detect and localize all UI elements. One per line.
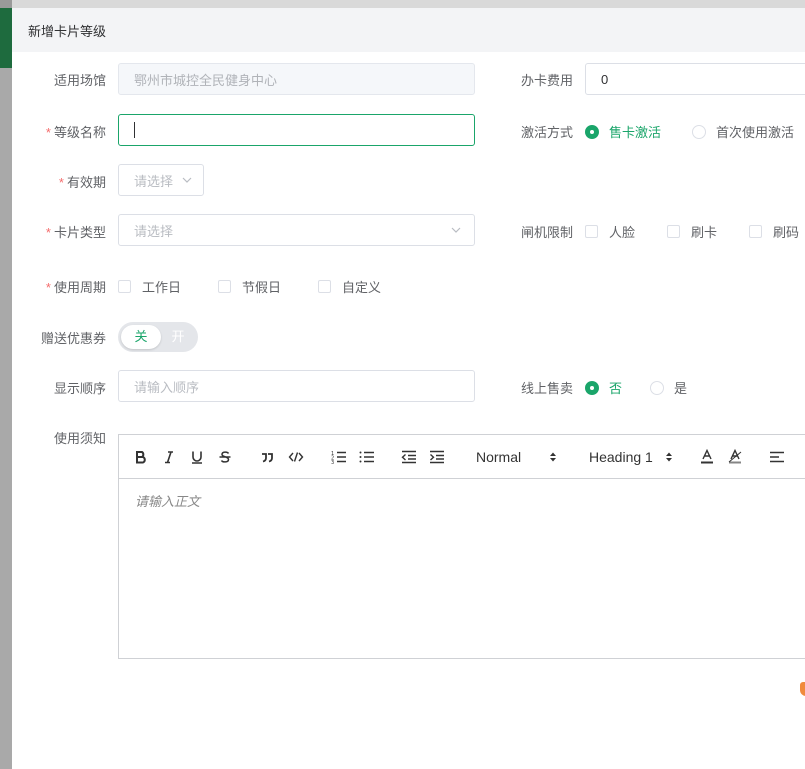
background-sidebar (0, 8, 12, 68)
bold-icon[interactable] (133, 447, 149, 467)
card-type-select[interactable]: 请选择 (118, 214, 475, 246)
bullet-list-icon[interactable] (359, 447, 375, 467)
format-select[interactable]: Normal (476, 447, 557, 467)
gate-limit-label: 闸机限制 (520, 225, 573, 240)
svg-text:3: 3 (331, 460, 334, 464)
notice-label: 使用须知 (53, 431, 106, 446)
add-card-level-dialog: 新增卡片等级 适用场馆 鄂州市城控全民健身中心 办卡费用 0 * 等级名称 激活方… (12, 8, 805, 769)
blockquote-icon[interactable] (259, 447, 275, 467)
strike-icon[interactable] (217, 447, 233, 467)
radio-dot (585, 124, 599, 139)
background-overlay (0, 68, 12, 769)
level-name-label: * 等级名称 (45, 125, 106, 140)
card-type-label: * 卡片类型 (45, 225, 106, 240)
clear-format-icon[interactable] (727, 447, 743, 467)
venue-label: 适用场馆 (53, 73, 106, 88)
sort-arrows-icon (550, 452, 557, 462)
fee-label: 办卡费用 (520, 73, 573, 88)
dialog-title: 新增卡片等级 (28, 23, 107, 39)
coupon-label: 赠送优惠券 (40, 331, 106, 346)
level-name-input[interactable] (118, 114, 475, 146)
checkbox-box (118, 280, 131, 293)
rich-text-editor[interactable]: 123 Normal Heading 1 请输入正文 (118, 434, 805, 659)
required-mark: * (58, 175, 64, 190)
checkbox-card[interactable]: 刷卡 (667, 222, 717, 241)
text-color-icon[interactable] (699, 447, 715, 467)
switch-off-label: 关 (134, 329, 148, 344)
switch-on-label: 开 (171, 329, 185, 344)
venue-value: 鄂州市城控全民健身中心 (134, 72, 278, 88)
radio-activate-on-sale[interactable]: 售卡激活 (585, 122, 661, 141)
underline-icon[interactable] (189, 447, 205, 467)
editor-content[interactable]: 请输入正文 (119, 479, 805, 522)
sort-arrows-icon (665, 452, 672, 462)
validity-select[interactable]: 请选择 (118, 164, 204, 196)
online-sale-label: 线上售卖 (520, 381, 573, 396)
background-topbar (0, 0, 805, 8)
chevron-down-icon (451, 227, 461, 233)
floating-widget-edge (800, 682, 805, 696)
fee-value: 0 (601, 71, 609, 87)
checkbox-box (667, 225, 680, 238)
checkbox-box (318, 280, 331, 293)
checkbox-holiday[interactable]: 节假日 (218, 277, 281, 296)
editor-toolbar: 123 Normal Heading 1 (119, 435, 805, 479)
editor-placeholder: 请输入正文 (135, 494, 201, 509)
radio-dot (650, 380, 664, 395)
checkbox-workday[interactable]: 工作日 (118, 277, 181, 296)
checkbox-box (749, 225, 762, 238)
activation-label: 激活方式 (520, 125, 573, 140)
display-order-label: 显示顺序 (53, 381, 106, 396)
display-order-input[interactable]: 请输入顺序 (118, 370, 475, 402)
italic-icon[interactable] (161, 447, 177, 467)
checkbox-box (585, 225, 598, 238)
fee-input[interactable]: 0 (585, 63, 805, 95)
venue-input[interactable]: 鄂州市城控全民健身中心 (118, 63, 475, 95)
outdent-icon[interactable] (401, 447, 417, 467)
radio-dot (692, 124, 706, 139)
radio-online-sale-yes[interactable]: 是 (650, 378, 687, 397)
radio-online-sale-no[interactable]: 否 (585, 378, 622, 397)
code-icon[interactable] (287, 447, 305, 467)
required-mark: * (45, 125, 51, 140)
checkbox-custom[interactable]: 自定义 (318, 277, 381, 296)
validity-label: * 有效期 (58, 175, 106, 190)
indent-icon[interactable] (429, 447, 445, 467)
heading-select[interactable]: Heading 1 (589, 447, 673, 467)
checkbox-face[interactable]: 人脸 (585, 222, 635, 241)
usage-period-label: * 使用周期 (45, 280, 106, 295)
background-page (0, 0, 12, 769)
chevron-down-icon (182, 177, 192, 183)
dialog-header: 新增卡片等级 (12, 8, 805, 52)
radio-dot (585, 380, 599, 395)
text-caret (134, 122, 135, 138)
checkbox-qrcode[interactable]: 刷码 (749, 222, 799, 241)
coupon-switch[interactable]: 关 开 (118, 322, 198, 352)
required-mark: * (45, 280, 51, 295)
radio-activate-on-first-use[interactable]: 首次使用激活 (692, 122, 794, 141)
required-mark: * (45, 225, 51, 240)
ordered-list-icon[interactable]: 123 (331, 447, 347, 467)
align-left-icon[interactable] (769, 447, 785, 467)
checkbox-box (218, 280, 231, 293)
